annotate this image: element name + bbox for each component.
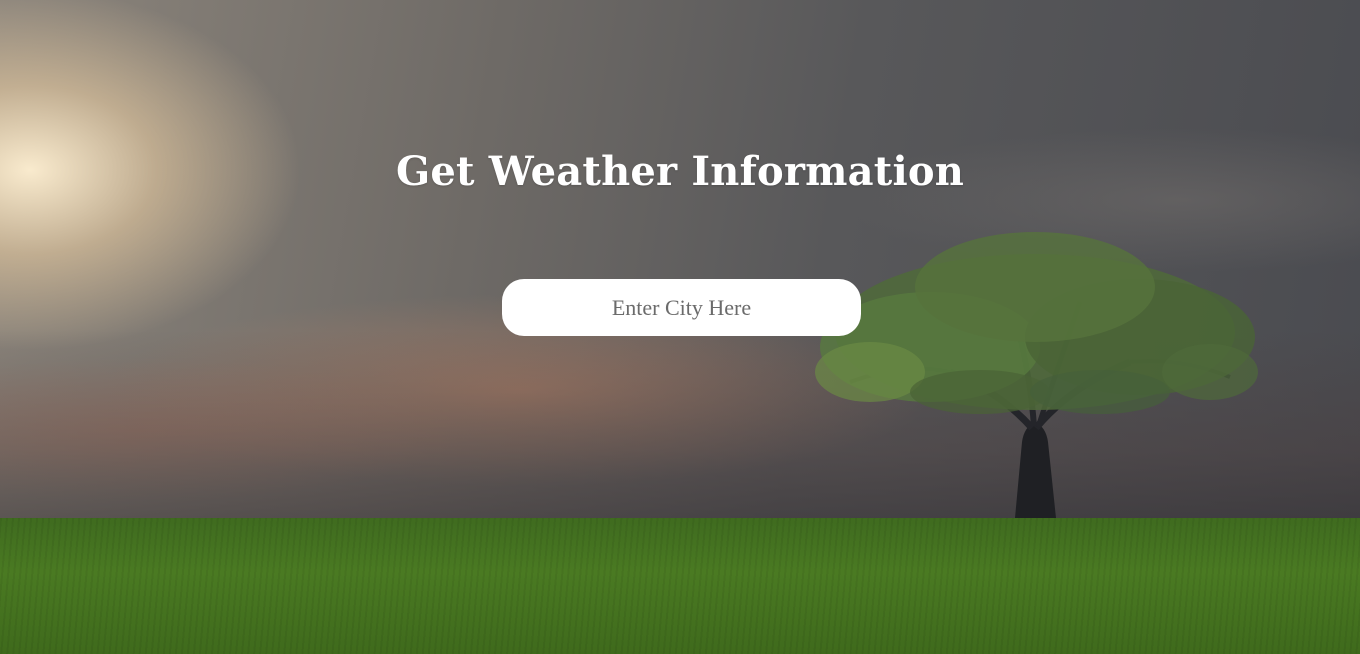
grass-field [0,518,1360,654]
city-search-input[interactable] [502,279,861,336]
tree-icon [815,232,1258,518]
page-title: Get Weather Information [395,148,965,195]
city-search-container [502,279,861,336]
